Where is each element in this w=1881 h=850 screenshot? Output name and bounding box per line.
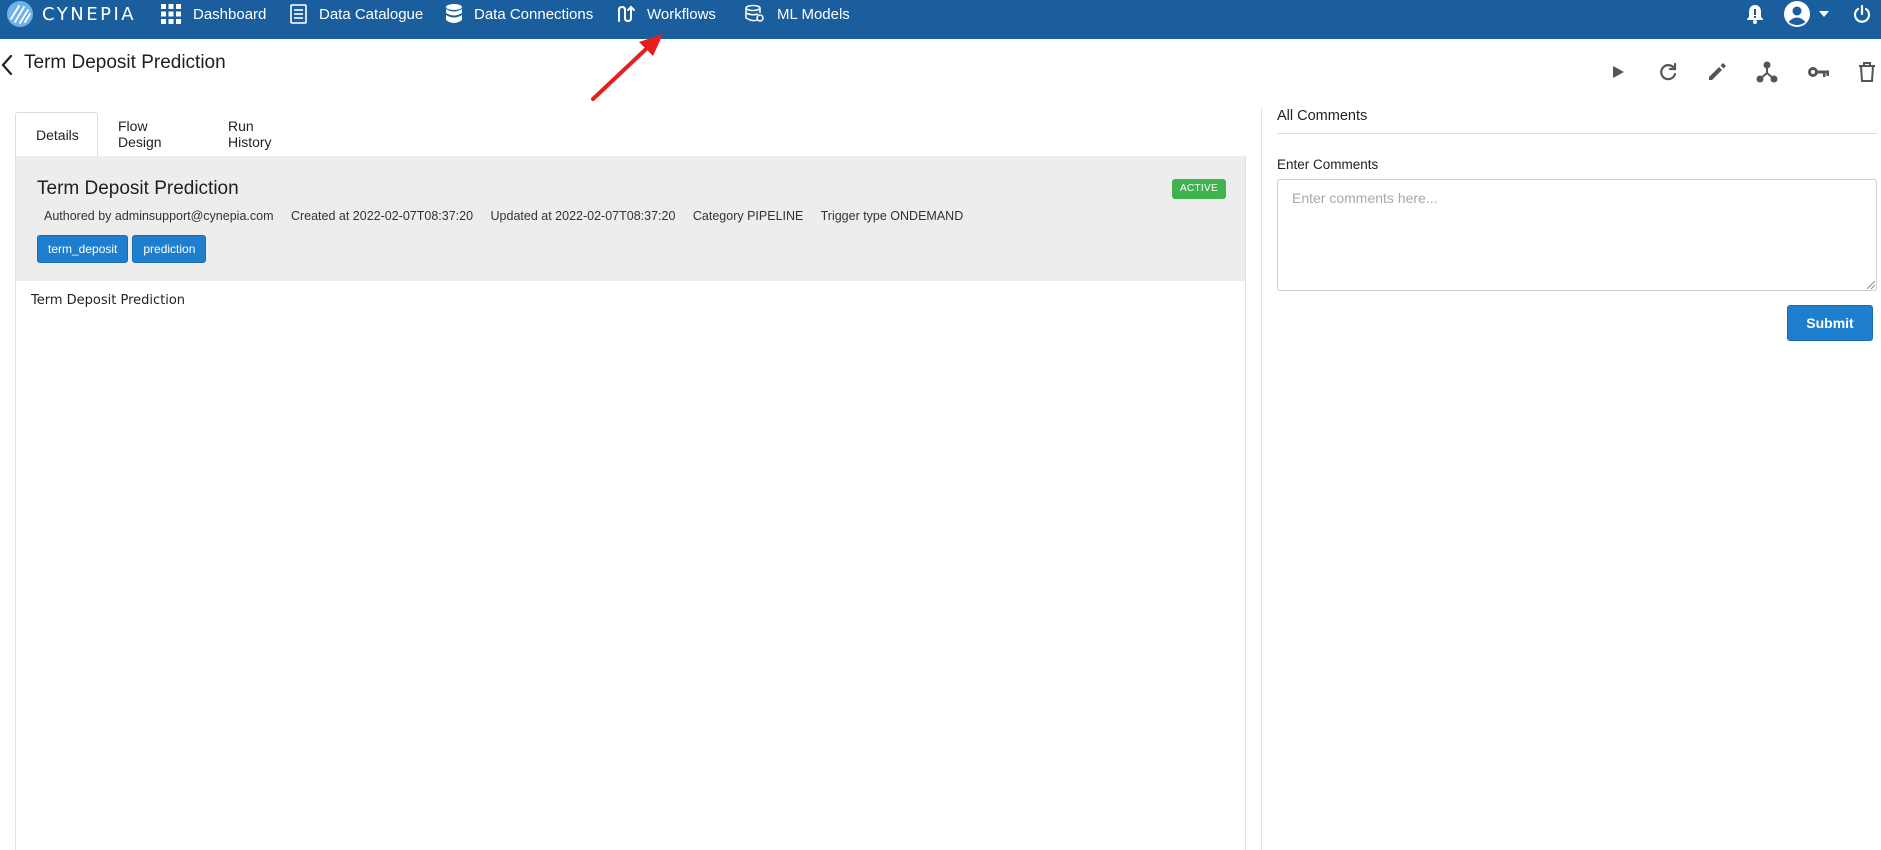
authored-by: Authored by adminsupport@cynepia.com <box>44 209 274 223</box>
bell-icon <box>1747 5 1763 24</box>
trash-icon[interactable] <box>1855 60 1879 84</box>
tab-flow-design[interactable]: Flow Design <box>118 112 162 156</box>
comments-divider <box>1277 133 1877 134</box>
caret-down-icon <box>1819 11 1829 17</box>
created-at: Created at 2022-02-07T08:37:20 <box>290 209 474 223</box>
user-menu[interactable] <box>1784 0 1829 28</box>
updated-at: Updated at 2022-02-07T08:37:20 <box>490 209 676 223</box>
top-navbar: CYNEPIA Dashboard Data Catalogue Data Co… <box>0 0 1881 39</box>
edit-icon[interactable] <box>1705 60 1729 84</box>
tab-details[interactable]: Details <box>15 112 98 156</box>
resize-grip-icon[interactable] <box>1866 280 1875 289</box>
share-icon[interactable] <box>1755 60 1779 84</box>
workflow-description: Term Deposit Prediction <box>31 293 186 308</box>
comments-title: All Comments <box>1277 108 1368 124</box>
nav-ml-models-label: ML Models <box>777 5 850 23</box>
nav-data-catalogue-label: Data Catalogue <box>319 5 424 23</box>
nav-dashboard-label: Dashboard <box>193 5 267 23</box>
cynepia-logo-icon <box>7 1 33 27</box>
refresh-icon[interactable] <box>1656 60 1680 84</box>
tag-term-deposit[interactable]: term_deposit <box>37 235 129 263</box>
key-icon[interactable] <box>1806 60 1830 84</box>
panel-divider <box>1261 108 1262 850</box>
tag-prediction[interactable]: prediction <box>132 235 207 263</box>
trigger-type: Trigger type ONDEMAND <box>820 209 964 223</box>
nav-data-catalogue[interactable]: Data Catalogue <box>290 0 423 28</box>
ml-models-icon <box>745 4 764 22</box>
workflow-metadata: Authored by adminsupport@cynepia.com Cre… <box>44 209 977 223</box>
workflow-title: Term Deposit Prediction <box>37 178 239 199</box>
nav-data-connections[interactable]: Data Connections <box>446 0 593 28</box>
nav-workflows[interactable]: Workflows <box>617 0 716 28</box>
workflow-icon <box>618 5 635 23</box>
grid-icon <box>161 4 181 24</box>
document-icon <box>290 4 307 24</box>
logout-button[interactable] <box>1853 0 1871 28</box>
tag-list: term_deposit prediction <box>37 235 210 263</box>
category: Category PIPELINE <box>692 209 804 223</box>
comments-label: Enter Comments <box>1277 157 1379 172</box>
database-icon <box>446 4 462 23</box>
brand[interactable]: CYNEPIA <box>6 0 136 28</box>
power-icon <box>1853 5 1871 23</box>
comments-input[interactable] <box>1277 179 1877 291</box>
tab-run-history[interactable]: Run History <box>228 112 272 156</box>
submit-button[interactable]: Submit <box>1787 305 1873 341</box>
nav-ml-models[interactable]: ML Models <box>745 0 850 28</box>
annotation-arrow <box>591 34 663 101</box>
status-badge: ACTIVE <box>1172 179 1226 199</box>
nav-dashboard[interactable]: Dashboard <box>161 0 266 28</box>
workflow-info-card: Term Deposit Prediction ACTIVE Authored … <box>16 156 1245 281</box>
user-avatar-icon <box>1784 1 1810 27</box>
page-title: Term Deposit Prediction <box>24 52 226 73</box>
brand-name: CYNEPIA <box>42 3 137 25</box>
play-icon[interactable] <box>1606 60 1630 84</box>
back-arrow-icon[interactable] <box>0 53 16 77</box>
notifications-button[interactable] <box>1746 0 1764 28</box>
nav-workflows-label: Workflows <box>647 5 716 23</box>
nav-data-connections-label: Data Connections <box>474 5 594 23</box>
